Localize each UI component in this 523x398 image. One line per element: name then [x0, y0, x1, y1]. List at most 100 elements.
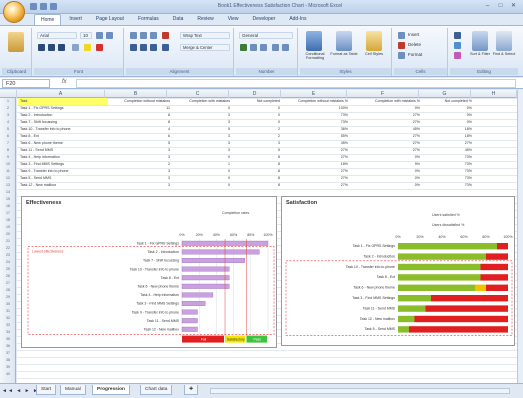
- format-label[interactable]: Format: [408, 52, 422, 57]
- currency-icon[interactable]: [240, 44, 247, 51]
- merge-center-button[interactable]: Merge & Center: [180, 44, 230, 51]
- table-cell[interactable]: 73%: [282, 112, 348, 119]
- row-header[interactable]: 22: [0, 246, 16, 250]
- row-header[interactable]: 14: [0, 190, 16, 194]
- column-header[interactable]: H: [471, 90, 517, 98]
- row-header[interactable]: 12: [0, 176, 16, 180]
- column-header[interactable]: B: [105, 90, 167, 98]
- close-icon[interactable]: ✕: [508, 2, 519, 10]
- table-cell[interactable]: 0%: [422, 112, 472, 119]
- row-header[interactable]: 9: [0, 155, 16, 159]
- number-format-select[interactable]: General: [239, 32, 293, 39]
- table-cell[interactable]: 27%: [282, 168, 348, 175]
- table-cell[interactable]: 73%: [422, 154, 472, 161]
- font-size-select[interactable]: 10: [80, 32, 92, 39]
- tab-developer[interactable]: Developer: [247, 14, 282, 25]
- table-cell[interactable]: 3: [170, 140, 230, 147]
- header-cell[interactable]: Completion without mistakes: [108, 98, 170, 105]
- table-cell[interactable]: 73%: [422, 182, 472, 189]
- column-header[interactable]: F: [347, 90, 419, 98]
- delete-cells-icon[interactable]: [398, 42, 405, 49]
- table-cell[interactable]: 8: [230, 168, 280, 175]
- table-cell[interactable]: 18%: [422, 126, 472, 133]
- table-cell[interactable]: 9%: [350, 161, 420, 168]
- sheet-tab[interactable]: Start: [36, 385, 57, 395]
- header-cell[interactable]: Completion with mistakes: [170, 98, 230, 105]
- cell-styles-icon[interactable]: [366, 31, 382, 51]
- wrap-text-button[interactable]: Wrap Text: [180, 32, 230, 39]
- insert-label[interactable]: Insert: [408, 32, 419, 37]
- table-cell[interactable]: 3: [170, 119, 230, 126]
- row-header[interactable]: 29: [0, 295, 16, 299]
- table-cell[interactable]: 0: [230, 119, 280, 126]
- table-cell[interactable]: 27%: [350, 112, 420, 119]
- row-header[interactable]: 35: [0, 337, 16, 341]
- table-cell[interactable]: 4: [108, 126, 170, 133]
- italic-icon[interactable]: [48, 44, 55, 51]
- tab-insert[interactable]: Insert: [63, 14, 88, 25]
- table-cell[interactable]: 5: [230, 147, 280, 154]
- table-cell[interactable]: 0: [170, 168, 230, 175]
- sort-filter-icon[interactable]: [472, 31, 488, 51]
- row-header[interactable]: 33: [0, 323, 16, 327]
- row-header[interactable]: 19: [0, 225, 16, 229]
- table-cell[interactable]: 0: [170, 175, 230, 182]
- row-header[interactable]: 38: [0, 358, 16, 362]
- format-as-table-icon[interactable]: [336, 31, 352, 51]
- row-header[interactable]: 34: [0, 330, 16, 334]
- row-header[interactable]: 15: [0, 197, 16, 201]
- table-cell[interactable]: 5: [170, 126, 230, 133]
- table-cell[interactable]: Task 9 - Transfer info to phone: [20, 168, 106, 175]
- table-cell[interactable]: 8: [108, 112, 170, 119]
- align-top-icon[interactable]: [130, 32, 137, 39]
- table-cell[interactable]: Task 12 - New mailbox: [20, 182, 106, 189]
- row-header[interactable]: 11: [0, 169, 16, 173]
- table-cell[interactable]: 0%: [350, 105, 420, 112]
- name-box[interactable]: F20: [2, 79, 50, 88]
- formula-input[interactable]: [76, 79, 516, 88]
- fill-color-icon[interactable]: [84, 44, 91, 51]
- select-all-corner[interactable]: [0, 90, 17, 98]
- table-cell[interactable]: 100%: [282, 105, 348, 112]
- table-cell[interactable]: 27%: [422, 140, 472, 147]
- redo-icon[interactable]: [50, 3, 57, 10]
- align-bottom-icon[interactable]: [150, 32, 157, 39]
- save-icon[interactable]: [30, 3, 37, 10]
- tab-formulas[interactable]: Formulas: [132, 14, 165, 25]
- shrink-font-icon[interactable]: [106, 32, 113, 39]
- table-cell[interactable]: 3: [108, 168, 170, 175]
- row-header[interactable]: 20: [0, 232, 16, 236]
- table-cell[interactable]: 0%: [422, 119, 472, 126]
- table-cell[interactable]: 2: [230, 126, 280, 133]
- tab-data[interactable]: Data: [167, 14, 190, 25]
- fx-icon[interactable]: fx: [62, 79, 67, 85]
- table-cell[interactable]: Task 4 - Help information: [20, 154, 106, 161]
- table-cell[interactable]: 3: [170, 147, 230, 154]
- table-cell[interactable]: Task 8 - Ext: [20, 133, 106, 140]
- bold-icon[interactable]: [38, 44, 45, 51]
- table-cell[interactable]: 27%: [350, 147, 420, 154]
- table-cell[interactable]: 0: [170, 105, 230, 112]
- table-cell[interactable]: 8: [108, 119, 170, 126]
- table-cell[interactable]: 3: [170, 112, 230, 119]
- table-cell[interactable]: Task 1 - Fix GPRS Settings: [20, 105, 106, 112]
- row-header[interactable]: 21: [0, 239, 16, 243]
- find-select-icon[interactable]: [496, 31, 512, 51]
- row-header[interactable]: 28: [0, 288, 16, 292]
- row-header[interactable]: 3: [0, 113, 16, 117]
- align-right-icon[interactable]: [150, 44, 157, 51]
- row-header[interactable]: 4: [0, 120, 16, 124]
- new-sheet-tab[interactable]: ✚: [184, 385, 199, 395]
- increase-decimal-icon[interactable]: [272, 44, 279, 51]
- row-header[interactable]: 39: [0, 365, 16, 369]
- row-header[interactable]: 30: [0, 302, 16, 306]
- table-cell[interactable]: 3: [108, 182, 170, 189]
- header-cell[interactable]: Not completed %: [422, 98, 472, 105]
- table-cell[interactable]: 0%: [422, 105, 472, 112]
- row-header[interactable]: 13: [0, 183, 16, 187]
- row-header[interactable]: 8: [0, 148, 16, 152]
- table-cell[interactable]: 45%: [350, 126, 420, 133]
- table-cell[interactable]: 45%: [422, 147, 472, 154]
- table-cell[interactable]: Task 6 - New phone theme: [20, 140, 106, 147]
- delete-label[interactable]: Delete: [408, 42, 421, 47]
